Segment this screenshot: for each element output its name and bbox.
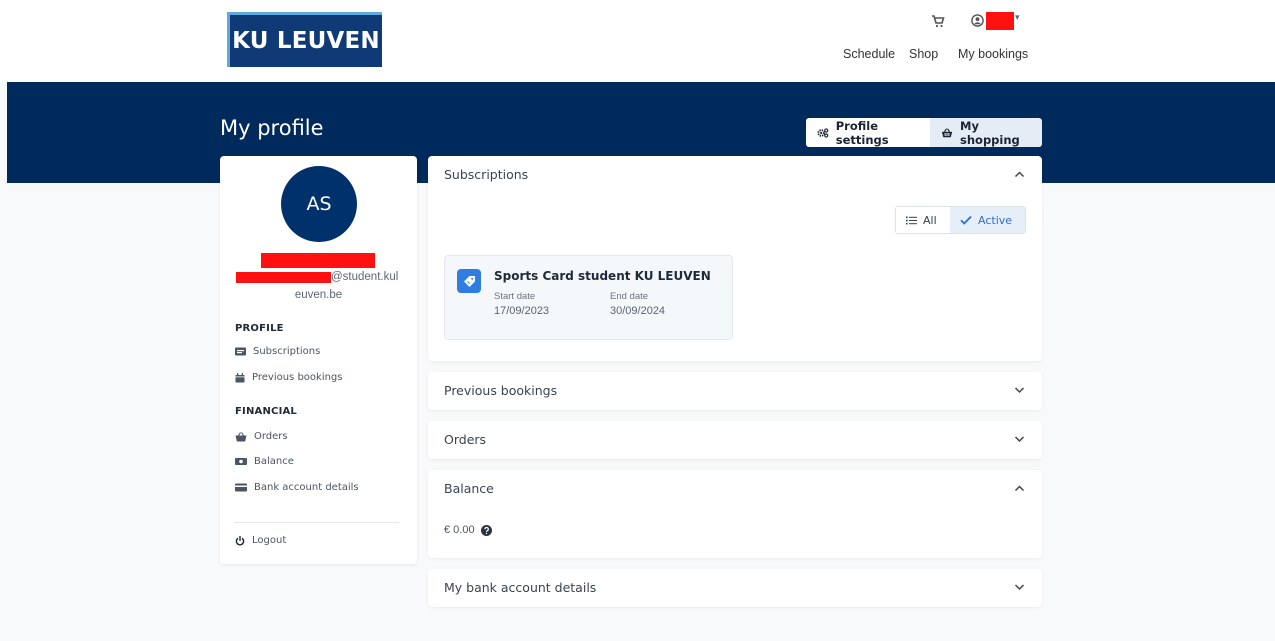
- basket-icon: [235, 431, 247, 441]
- power-icon: [235, 535, 245, 546]
- redacted-email: [236, 272, 331, 283]
- sidebar-item-bank-account[interactable]: Bank account details: [235, 482, 359, 493]
- credit-card-icon: [235, 483, 247, 492]
- profile-settings-button[interactable]: Profile settings: [806, 118, 930, 147]
- panel-title-balance[interactable]: Balance: [444, 481, 494, 496]
- end-date-value: 30/09/2024: [610, 305, 666, 317]
- redacted-name: [261, 253, 375, 268]
- section-heading-profile: PROFILE: [235, 323, 284, 334]
- balance-amount: € 0.00: [444, 524, 492, 536]
- chevron-up-icon[interactable]: [1014, 484, 1025, 492]
- sidebar-item-previous-bookings[interactable]: Previous bookings: [235, 372, 343, 383]
- chevron-down-icon[interactable]: [1014, 386, 1025, 394]
- panel-title-subscriptions[interactable]: Subscriptions: [444, 167, 528, 182]
- top-bar: KU LEUVEN ▾ Schedule Shop My bookings: [0, 0, 1275, 82]
- profile-sidebar: AS @student.kul euven.be PROFILE Subscri…: [220, 156, 417, 564]
- subscription-title: Sports Card student KU LEUVEN: [494, 269, 711, 283]
- avatar: AS: [281, 166, 357, 242]
- header-button-group: Profile settings My shopping: [806, 118, 1042, 147]
- question-circle-icon[interactable]: [480, 524, 492, 536]
- chevron-down-icon[interactable]: ▾: [1015, 12, 1020, 23]
- id-card-icon: [235, 347, 246, 356]
- basket-icon: [941, 127, 953, 137]
- checkmark-icon: [960, 215, 972, 225]
- redacted-username[interactable]: [986, 12, 1014, 30]
- orders-panel[interactable]: Orders: [428, 421, 1042, 459]
- subscription-filter-toggle: All Active: [895, 206, 1026, 234]
- nav-shop[interactable]: Shop: [909, 47, 938, 61]
- bank-account-panel[interactable]: My bank account details: [428, 569, 1042, 607]
- panel-title-previous-bookings: Previous bookings: [444, 383, 558, 398]
- divider: [234, 522, 399, 523]
- logout-link[interactable]: Logout: [235, 535, 286, 546]
- cart-icon[interactable]: [931, 14, 945, 28]
- section-heading-financial: FINANCIAL: [235, 406, 298, 417]
- list-icon: [906, 216, 917, 224]
- sidebar-item-subscriptions[interactable]: Subscriptions: [235, 346, 320, 357]
- filter-all-button[interactable]: All: [896, 207, 950, 233]
- sidebar-item-orders[interactable]: Orders: [235, 431, 288, 442]
- money-bill-icon: [235, 458, 247, 465]
- email-domain-end: euven.be: [294, 289, 343, 301]
- email-domain: @student.kul: [331, 271, 399, 283]
- panel-title-orders: Orders: [444, 432, 487, 447]
- calendar-icon: [235, 372, 245, 382]
- start-date-label: Start date: [494, 291, 536, 302]
- chevron-up-icon[interactable]: [1014, 170, 1025, 178]
- ku-leuven-logo[interactable]: KU LEUVEN: [227, 12, 382, 67]
- previous-bookings-panel[interactable]: Previous bookings: [428, 372, 1042, 410]
- user-circle-icon[interactable]: [971, 14, 984, 27]
- filter-active-button[interactable]: Active: [950, 207, 1025, 233]
- start-date-value: 17/09/2023: [494, 305, 550, 317]
- sidebar-item-balance[interactable]: Balance: [235, 456, 294, 467]
- page-title: My profile: [220, 116, 324, 140]
- ticket-icon: [457, 269, 481, 293]
- cogs-icon: [817, 127, 829, 138]
- balance-panel: Balance € 0.00: [428, 470, 1042, 558]
- subscription-card[interactable]: Sports Card student KU LEUVEN Start date…: [444, 255, 733, 340]
- chevron-down-icon[interactable]: [1014, 435, 1025, 443]
- nav-schedule[interactable]: Schedule: [843, 47, 895, 61]
- end-date-label: End date: [610, 291, 649, 302]
- subscriptions-panel: Subscriptions All Active Sports Card stu…: [428, 156, 1042, 361]
- panel-title-bank-account: My bank account details: [444, 580, 597, 595]
- my-shopping-button[interactable]: My shopping: [930, 118, 1042, 147]
- chevron-down-icon[interactable]: [1014, 583, 1025, 591]
- nav-my-bookings[interactable]: My bookings: [958, 47, 1028, 61]
